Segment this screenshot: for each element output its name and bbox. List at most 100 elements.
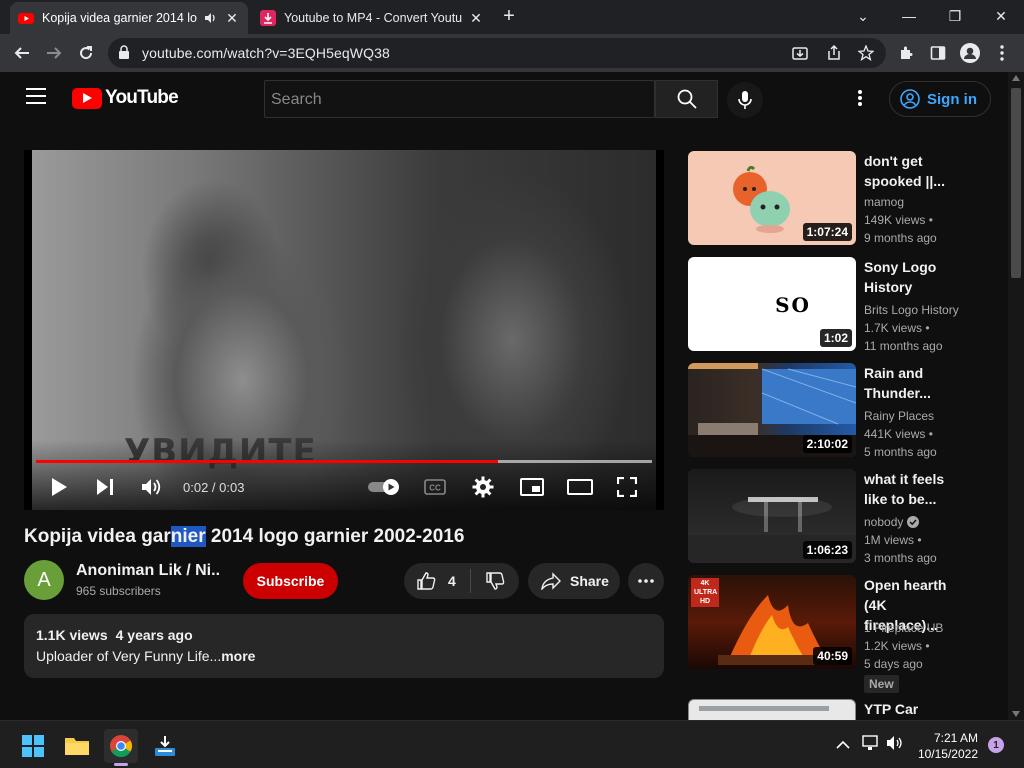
settings-menu-icon[interactable] (850, 86, 870, 110)
restore-button[interactable]: ❐ (940, 5, 970, 27)
tab-youtube-to-mp4[interactable]: Youtube to MP4 - Convert Youtu ✕ (252, 2, 492, 34)
sign-in-label: Sign in (927, 90, 977, 108)
dislike-button[interactable] (477, 571, 505, 591)
address-bar[interactable]: youtube.com/watch?v=3EQH5eqWQ38 (108, 38, 886, 68)
recommendation-thumbnail[interactable]: 1:07:24 (688, 151, 856, 245)
autoplay-toggle[interactable] (366, 474, 402, 500)
recommendation-thumbnail[interactable] (688, 699, 856, 720)
notification-badge[interactable]: 1 (988, 737, 1004, 753)
show-hidden-icons-button[interactable] (836, 737, 850, 755)
recommendation-views: 1.7K views • (864, 321, 930, 335)
channel-name[interactable]: Anoniman Lik / Ni... (76, 562, 221, 580)
guide-menu-icon[interactable] (26, 88, 46, 109)
tab-close-icon[interactable]: ✕ (224, 10, 240, 27)
more-actions-button[interactable] (628, 563, 664, 599)
close-window-button[interactable]: ✕ (986, 5, 1016, 27)
scrollbar-thumb[interactable] (1011, 88, 1021, 278)
like-button[interactable]: 4 (404, 571, 456, 591)
recommendation-channel[interactable]: Brits Logo History (864, 303, 959, 317)
share-button[interactable]: Share (528, 563, 620, 599)
reload-icon[interactable] (74, 41, 98, 65)
video-player[interactable]: УВИДИТЕ 0:02 / 0:03 CC (24, 150, 664, 510)
progress-bar[interactable] (36, 460, 652, 463)
installer-taskbar-button[interactable] (148, 729, 182, 763)
recommendation-channel[interactable]: mamog (864, 195, 904, 209)
bookmark-star-icon[interactable] (858, 45, 874, 61)
account-icon (900, 89, 920, 109)
start-button[interactable] (16, 729, 50, 763)
minimize-button[interactable]: — (894, 5, 924, 27)
speaker-icon[interactable] (204, 11, 218, 25)
recommendation-item[interactable]: SO 1:02 Sony Logo History Brits Logo His… (688, 257, 988, 357)
folder-icon (65, 738, 89, 755)
microphone-icon (738, 91, 752, 109)
tab-close-icon[interactable]: ✕ (468, 10, 484, 27)
recommendation-item[interactable]: 4K ULTRA HD 40:59 Open hearth (4K firepl… (688, 575, 988, 695)
recommendation-age: 5 days ago (864, 657, 923, 671)
recommendation-thumbnail[interactable]: 4K ULTRA HD 40:59 (688, 575, 856, 669)
logo-wordmark: YouTube (105, 87, 179, 108)
video-duration: 1:07:24 (802, 223, 852, 241)
chrome-taskbar-button[interactable] (104, 729, 138, 766)
page-scrollbar[interactable] (1008, 72, 1024, 720)
tab-youtube-video[interactable]: Kopija videa garnier 2014 lo ✕ (10, 2, 248, 34)
channel-avatar[interactable]: A (24, 560, 64, 600)
recommendation-item[interactable]: 1:07:24 don't get spooked ||... mamog 14… (688, 151, 988, 251)
settings-button[interactable] (470, 474, 496, 500)
recommendation-thumbnail[interactable]: 2:10:02 (688, 363, 856, 457)
forward-icon[interactable] (42, 41, 66, 65)
description-text: Uploader of Very Funny Life...more (36, 648, 652, 664)
show-more-link[interactable]: more (221, 648, 255, 664)
recommendation-channel[interactable]: 1 Fireplace UB (864, 621, 943, 635)
recommendation-title[interactable]: Rain and Thunder... (864, 363, 964, 403)
progress-played (36, 460, 498, 463)
tab-search-icon[interactable]: ⌄ (848, 5, 878, 27)
url-text: youtube.com/watch?v=3EQH5eqWQ38 (142, 45, 390, 61)
voice-search-button[interactable] (727, 82, 763, 118)
youtube-logo[interactable]: YouTube (72, 87, 179, 109)
recommendation-item[interactable]: 2:10:02 Rain and Thunder... Rainy Places… (688, 363, 988, 463)
youtube-favicon-icon (18, 13, 34, 24)
recommendation-title[interactable]: what it feels like to be... (864, 469, 964, 509)
extensions-icon[interactable] (894, 41, 918, 65)
sign-in-button[interactable]: Sign in (889, 81, 991, 117)
fullscreen-button[interactable] (614, 474, 640, 500)
scroll-up-icon[interactable] (1012, 75, 1020, 81)
side-panel-icon[interactable] (926, 41, 950, 65)
recommendation-item[interactable]: YTP Car Logos (688, 699, 988, 720)
share-page-icon[interactable] (826, 45, 842, 61)
recommendation-thumbnail[interactable]: 1:06:23 (688, 469, 856, 563)
chrome-menu-icon[interactable] (990, 41, 1014, 65)
next-button[interactable] (92, 474, 118, 500)
miniplayer-button[interactable] (518, 474, 546, 500)
clock-time: 7:21 AM (933, 731, 978, 745)
volume-button[interactable] (138, 474, 166, 500)
recommendation-thumbnail[interactable]: SO 1:02 (688, 257, 856, 351)
description-box[interactable]: 1.1K views 4 years ago Uploader of Very F… (24, 614, 664, 678)
volume-tray-icon[interactable] (886, 735, 904, 756)
recommendation-channel[interactable]: Rainy Places (864, 409, 934, 423)
play-button[interactable] (46, 474, 72, 500)
new-tab-button[interactable]: + (498, 6, 520, 28)
system-clock[interactable]: 7:21 AM 10/15/2022 (914, 730, 978, 762)
tab-title: Kopija videa garnier 2014 lo (42, 11, 197, 25)
back-icon[interactable] (10, 41, 34, 65)
lock-icon[interactable] (118, 45, 130, 59)
recommendation-channel[interactable]: nobody (864, 515, 920, 529)
captions-button[interactable]: CC (422, 474, 448, 500)
recommendation-item[interactable]: 1:06:23 what it feels like to be... nobo… (688, 469, 988, 569)
profile-icon[interactable] (958, 41, 982, 65)
file-explorer-button[interactable] (60, 729, 94, 763)
search-button[interactable] (655, 80, 718, 118)
thumbnail-logo-text: SO (775, 293, 811, 317)
subscribe-button[interactable]: Subscribe (243, 563, 338, 599)
scroll-down-icon[interactable] (1012, 711, 1020, 717)
theater-mode-button[interactable] (566, 474, 594, 500)
recommendation-title[interactable]: YTP Car Logos (864, 699, 964, 720)
network-icon[interactable] (862, 735, 880, 756)
install-app-icon[interactable] (792, 45, 808, 61)
search-input[interactable]: Search (264, 80, 655, 118)
recommendation-title[interactable]: Sony Logo History (864, 257, 964, 297)
windows-logo-icon (22, 735, 44, 757)
recommendation-title[interactable]: don't get spooked ||... (864, 151, 964, 191)
